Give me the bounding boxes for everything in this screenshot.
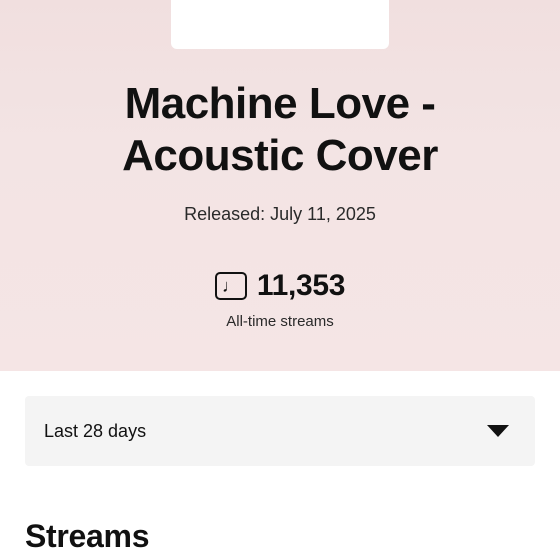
release-date: Released: July 11, 2025: [184, 204, 376, 224]
music-note-icon: ♩: [214, 272, 247, 300]
streams-label: All-time streams: [226, 313, 334, 330]
song-stats-page: Machine Love - Acoustic Cover Released: …: [0, 0, 560, 560]
hero-header: Machine Love - Acoustic Cover Released: …: [0, 0, 560, 371]
track-title-line-1: Machine Love -: [124, 79, 436, 128]
date-range-value: Last 28 days: [44, 420, 147, 441]
date-range-select[interactable]: Last 28 days: [25, 396, 535, 466]
track-title: Machine Love - Acoustic Cover: [0, 78, 560, 182]
cover-art: [171, 0, 389, 49]
track-title-line-2: Acoustic Cover: [122, 131, 438, 180]
all-time-streams-stat: ♩ 11,353: [0, 268, 560, 304]
streams-count: 11,353: [256, 269, 346, 302]
streams-section-title: Streams: [25, 518, 150, 554]
chevron-down-icon: [487, 425, 509, 437]
